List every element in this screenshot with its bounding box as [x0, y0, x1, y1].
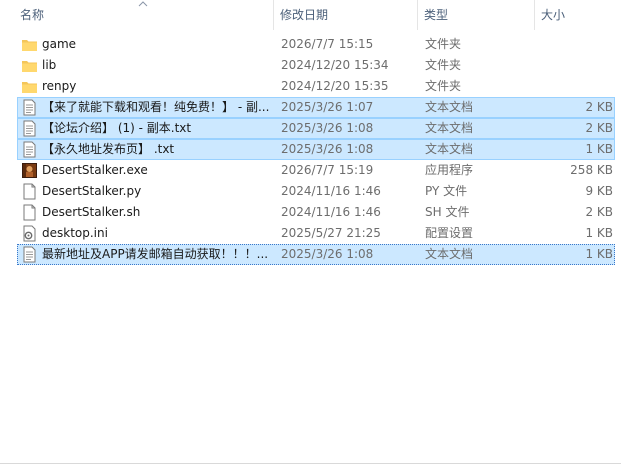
file-type: 应用程序 — [425, 163, 474, 177]
file-size — [538, 56, 613, 75]
file-date: 2026/7/7 15:15 — [281, 37, 374, 51]
divider — [0, 463, 621, 464]
file-size: 2 KB — [585, 205, 613, 219]
folder-icon — [22, 61, 37, 72]
file-size: 2 KB — [585, 121, 613, 135]
file-date: 2025/3/26 1:08 — [281, 121, 374, 135]
file-type: 文件夹 — [425, 37, 462, 51]
file-row-permanent-address-txt[interactable]: 【永久地址发布页】 .txt 2025/3/26 1:08 文本文档 1 KB — [17, 139, 615, 160]
file-size — [538, 77, 613, 96]
file-icon — [23, 204, 36, 221]
file-type: 文本文档 — [425, 247, 474, 261]
file-row-desktop-ini[interactable]: desktop.ini 2025/5/27 21:25 配置设置 1 KB — [17, 223, 615, 244]
file-name: lib — [42, 58, 57, 72]
file-size: 1 KB — [585, 226, 613, 240]
folder-icon — [22, 40, 37, 51]
file-icon — [23, 183, 36, 200]
file-type: 配置设置 — [425, 226, 474, 240]
file-row-desertstalker-sh[interactable]: DesertStalker.sh 2024/11/16 1:46 SH 文件 2… — [17, 202, 615, 223]
file-date: 2025/3/26 1:07 — [281, 100, 374, 114]
file-row-free-download-txt[interactable]: 【来了就能下载和观看！纯免费！】 - 副... 2025/3/26 1:07 文… — [17, 97, 615, 118]
file-size: 258 KB — [570, 163, 613, 177]
file-type: 文件夹 — [425, 79, 462, 93]
settings-file-icon — [23, 225, 36, 242]
file-date: 2025/3/26 1:08 — [281, 142, 374, 156]
file-name: 【论坛介绍】 (1) - 副本.txt — [42, 121, 192, 135]
file-name: DesertStalker.exe — [42, 163, 148, 177]
file-row-forum-intro-txt[interactable]: 【论坛介绍】 (1) - 副本.txt 2025/3/26 1:08 文本文档 … — [17, 118, 615, 139]
column-header-type[interactable]: 类型 — [418, 0, 535, 30]
file-date: 2025/5/27 21:25 — [281, 226, 381, 240]
file-size: 9 KB — [585, 184, 613, 198]
file-date: 2024/11/16 1:46 — [281, 205, 381, 219]
file-size: 1 KB — [585, 142, 613, 156]
text-document-icon — [23, 99, 36, 116]
text-document-icon — [23, 246, 36, 263]
file-row-game[interactable]: game 2026/7/7 15:15 文件夹 — [17, 34, 615, 55]
file-name: game — [42, 37, 77, 51]
file-date: 2024/12/20 15:34 — [281, 58, 389, 72]
file-row-renpy[interactable]: renpy 2024/12/20 15:35 文件夹 — [17, 76, 615, 97]
file-type: SH 文件 — [425, 205, 470, 219]
file-type: 文本文档 — [425, 142, 474, 156]
file-name: DesertStalker.py — [42, 184, 142, 198]
column-header-name[interactable]: 名称 — [14, 0, 274, 30]
file-date: 2024/12/20 15:35 — [281, 79, 389, 93]
file-row-desertstalker-exe[interactable]: DesertStalker.exe 2026/7/7 15:19 应用程序 25… — [17, 160, 615, 181]
file-name: renpy — [42, 79, 77, 93]
file-explorer: 名称 修改日期 类型 大小 game 2026/7/7 15:15 文件夹 li… — [0, 0, 621, 466]
file-row-latest-address-txt[interactable]: 最新地址及APP请发邮箱自动获取！！！... 2025/3/26 1:08 文本… — [17, 244, 615, 265]
file-name: 【来了就能下载和观看！纯免费！】 - 副... — [42, 100, 270, 114]
file-size — [538, 35, 613, 54]
file-row-lib[interactable]: lib 2024/12/20 15:34 文件夹 — [17, 55, 615, 76]
file-date: 2025/3/26 1:08 — [281, 247, 374, 261]
file-name: desktop.ini — [42, 226, 108, 240]
file-date: 2026/7/7 15:19 — [281, 163, 374, 177]
column-header-bar: 名称 修改日期 类型 大小 — [0, 0, 621, 30]
file-name: 【永久地址发布页】 .txt — [42, 142, 175, 156]
file-name: DesertStalker.sh — [42, 205, 141, 219]
file-type: PY 文件 — [425, 184, 468, 198]
game-exe-icon — [22, 163, 37, 178]
file-size: 1 KB — [585, 247, 613, 261]
folder-icon — [22, 82, 37, 93]
file-type: 文本文档 — [425, 121, 474, 135]
column-header-size[interactable]: 大小 — [535, 0, 621, 30]
file-type: 文本文档 — [425, 100, 474, 114]
text-document-icon — [23, 141, 36, 158]
file-type: 文件夹 — [425, 58, 462, 72]
file-date: 2024/11/16 1:46 — [281, 184, 381, 198]
file-name: 最新地址及APP请发邮箱自动获取！！！... — [42, 247, 269, 261]
file-row-desertstalker-py[interactable]: DesertStalker.py 2024/11/16 1:46 PY 文件 9… — [17, 181, 615, 202]
text-document-icon — [23, 120, 36, 137]
column-header-date[interactable]: 修改日期 — [274, 0, 418, 30]
file-size: 2 KB — [585, 100, 613, 114]
